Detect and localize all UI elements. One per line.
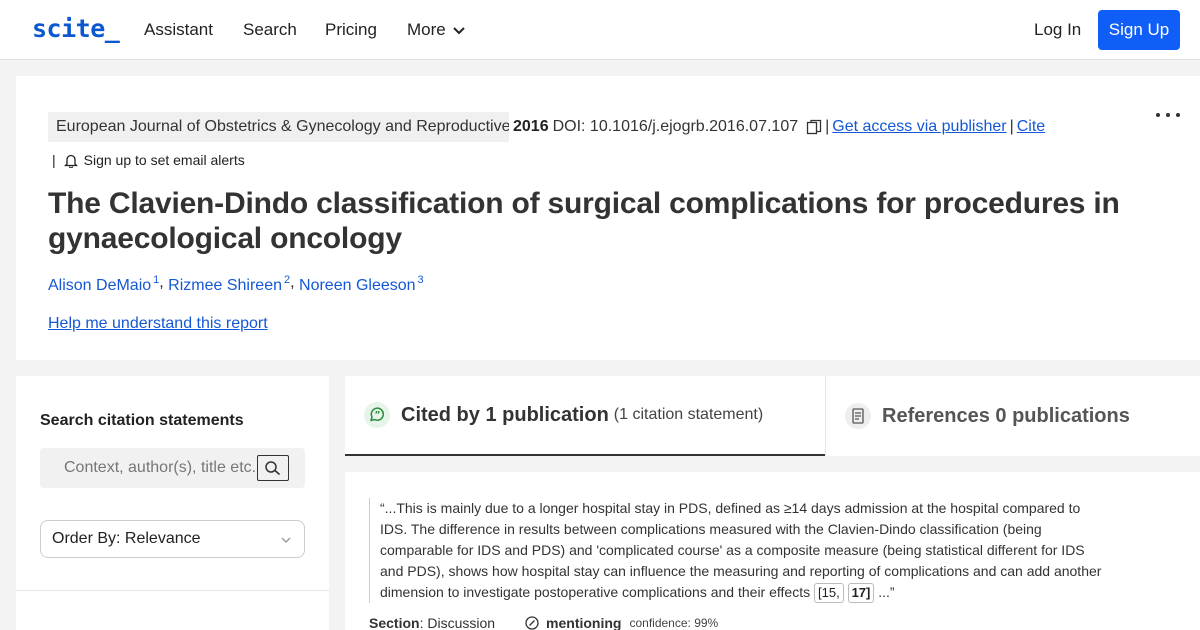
search-button[interactable]: [257, 455, 289, 481]
author-name: Noreen Gleeson: [299, 277, 416, 294]
mentioning-icon: [525, 616, 539, 630]
search-icon: [265, 461, 281, 476]
author-name: Alison DeMaio: [48, 277, 152, 294]
separator: |: [825, 118, 830, 135]
citation-quote-icon: ”: [364, 402, 390, 428]
author-name: Rizmee Shireen: [168, 277, 282, 294]
confidence-score: confidence: 99%: [629, 616, 719, 630]
top-navigation-bar: scite_ Assistant Search Pricing More Log…: [0, 0, 1200, 60]
nav-assistant[interactable]: Assistant: [144, 20, 213, 40]
login-link[interactable]: Log In: [1034, 20, 1081, 40]
sidebar-divider: [16, 590, 329, 591]
author-link[interactable]: Alison DeMaio 1: [48, 274, 159, 295]
citation-type: mentioning: [546, 615, 622, 630]
paper-title: The Clavien-Dindo classification of surg…: [48, 187, 1120, 255]
reference-pill[interactable]: 17]: [847, 583, 875, 603]
section-label: Section: [369, 615, 420, 630]
author-list: Alison DeMaio 1, Rizmee Shireen 2, Noreen …: [48, 274, 424, 295]
citation-statement-card: “...This is mainly due to a longer hospi…: [345, 472, 1200, 630]
scite-logo[interactable]: scite_: [32, 14, 120, 43]
quote-text: “...This is mainly due to a longer hospi…: [380, 500, 1102, 600]
paper-meta-line: European Journal of Obstetrics & Gynecol…: [48, 112, 1045, 142]
author-affiliation-number: 3: [417, 274, 424, 286]
separator: |: [1009, 118, 1014, 135]
paper-header-card: European Journal of Obstetrics & Gynecol…: [16, 76, 1200, 360]
nav-more[interactable]: More: [407, 20, 466, 40]
citation-search-input[interactable]: [40, 448, 260, 488]
separator: |: [52, 152, 56, 168]
email-alert-line[interactable]: | Sign up to set email alerts: [52, 152, 245, 168]
author-link[interactable]: Rizmee Shireen 2: [168, 274, 290, 295]
svg-text:”: ”: [375, 411, 381, 421]
help-understand-report-link[interactable]: Help me understand this report: [48, 315, 268, 333]
chevron-down-icon: [281, 537, 291, 543]
sidebar-title: Search citation statements: [40, 412, 244, 429]
citation-search-sidebar: Search citation statements Order By: Rel…: [16, 376, 329, 630]
tab-cited-by-label: Cited by 1 publication: [401, 403, 609, 426]
order-by-value: Order By: Relevance: [52, 530, 201, 547]
quote-end: ...”: [878, 584, 895, 600]
nav-search[interactable]: Search: [243, 20, 297, 40]
section-value: : Discussion: [419, 615, 496, 630]
author-link[interactable]: Noreen Gleeson 3: [299, 274, 424, 295]
nav-pricing[interactable]: Pricing: [325, 20, 377, 40]
citation-search-box: [40, 448, 305, 488]
signup-button[interactable]: Sign Up: [1098, 10, 1180, 50]
author-separator: ,: [159, 274, 169, 291]
chevron-down-icon: [453, 27, 465, 35]
email-alert-text: Sign up to set email alerts: [83, 152, 245, 168]
cite-link[interactable]: Cite: [1017, 118, 1045, 136]
tab-cited-by[interactable]: ” Cited by 1 publication (1 citation sta…: [345, 376, 825, 456]
more-options-icon[interactable]: [1154, 110, 1182, 120]
nav-more-label: More: [407, 20, 446, 39]
journal-name[interactable]: European Journal of Obstetrics & Gynecol…: [48, 112, 509, 142]
get-access-link[interactable]: Get access via publisher: [832, 118, 1006, 136]
tab-references[interactable]: References 0 publications: [825, 376, 1200, 456]
bell-icon: [63, 154, 78, 168]
author-separator: ,: [290, 274, 300, 291]
citation-quote: “...This is mainly due to a longer hospi…: [369, 498, 1109, 603]
order-by-select[interactable]: Order By: Relevance: [40, 520, 305, 558]
reference-pill[interactable]: [15,: [814, 583, 844, 603]
tab-references-label: References 0 publications: [882, 404, 1130, 427]
citation-tabs: ” Cited by 1 publication (1 citation sta…: [345, 376, 1200, 456]
copy-icon[interactable]: [806, 119, 822, 135]
citation-meta: Section : Discussion mentioning confiden…: [369, 615, 718, 630]
publication-year: 2016: [513, 118, 549, 135]
document-icon: [845, 403, 871, 429]
doi-text: DOI: 10.1016/j.ejogrb.2016.07.107: [552, 118, 799, 135]
tab-cited-by-count: (1 citation statement): [613, 406, 764, 423]
